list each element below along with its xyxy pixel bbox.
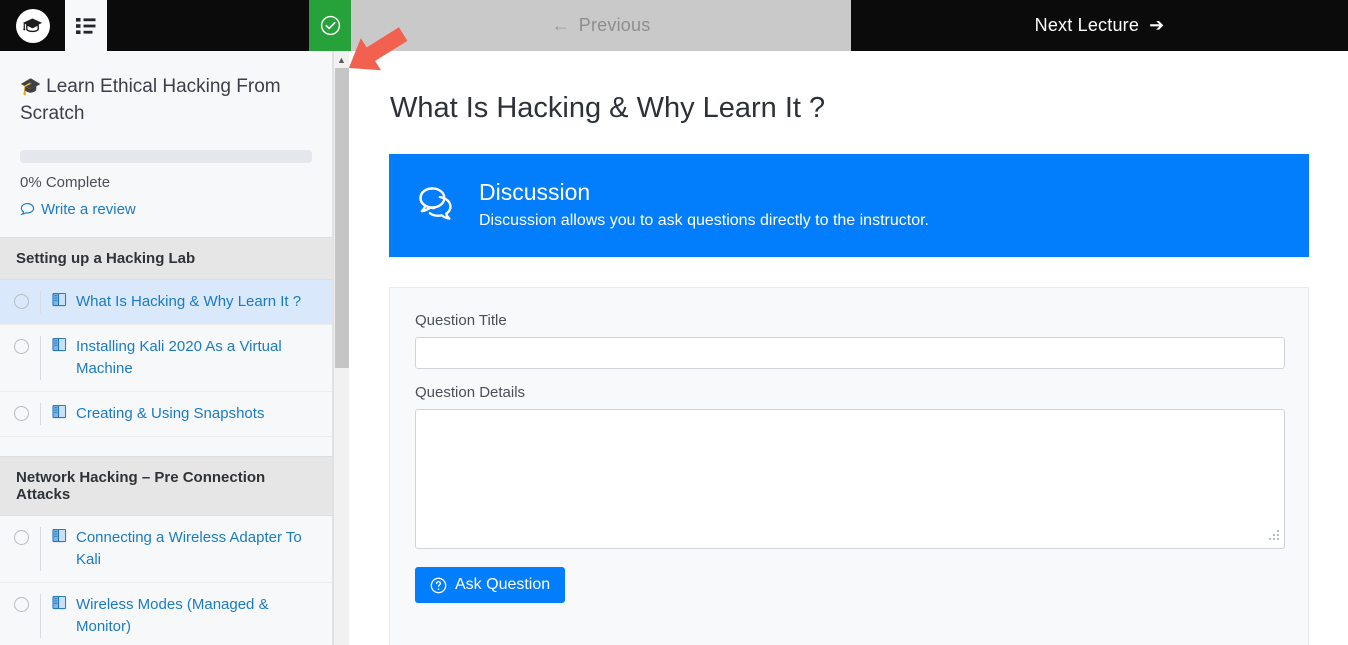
lesson-status-radio-icon [14, 294, 29, 309]
question-title-input[interactable] [415, 337, 1285, 369]
lesson-status-radio-icon [14, 339, 29, 354]
lesson-divider [40, 403, 41, 425]
sidebar-scrollbar[interactable]: ▲ [333, 51, 349, 645]
lesson-label: Installing Kali 2020 As a Virtual Machin… [76, 338, 282, 377]
sidebar-lesson-item[interactable]: Creating & Using Snapshots [0, 392, 332, 437]
write-a-review-link[interactable]: Write a review [20, 201, 312, 218]
ask-question-form: Question Title Question Details Ask Ques… [389, 287, 1309, 645]
lecture-content-area: What Is Hacking & Why Learn It ? Discuss… [350, 51, 1348, 645]
topbar-spacer [107, 0, 309, 51]
comment-bubble-icon [20, 202, 35, 217]
section-header-2: Network Hacking – Pre Connection Attacks [0, 456, 332, 516]
ask-question-button[interactable]: Ask Question [415, 567, 566, 603]
lesson-label: Connecting a Wireless Adapter To Kali [76, 529, 302, 568]
logo-circle [15, 8, 50, 43]
check-circle-icon [320, 15, 340, 36]
section-header-1: Setting up a Hacking Lab [0, 237, 332, 280]
course-player-page: ← Previous Next Lecture ➔ 🎓 Learn Ethical… [0, 0, 1348, 645]
course-progress-bar [20, 150, 312, 163]
lesson-label: Creating & Using Snapshots [76, 405, 265, 422]
course-list-icon [76, 17, 96, 34]
lesson-book-icon [52, 292, 67, 312]
discussion-title: Discussion [479, 179, 591, 205]
sidebar-lesson-item[interactable]: Wireless Modes (Managed & Monitor) [0, 583, 332, 645]
ask-question-label: Ask Question [455, 576, 551, 593]
previous-lecture-button[interactable]: ← Previous [351, 0, 851, 51]
scrollbar-thumb[interactable] [335, 68, 349, 368]
lesson-divider [40, 594, 41, 638]
question-details-textarea[interactable] [415, 409, 1285, 549]
graduation-cap-icon [22, 18, 43, 33]
arrow-right-icon: ➔ [1149, 15, 1165, 35]
top-navigation-bar: ← Previous Next Lecture ➔ [0, 0, 1348, 51]
arrow-left-icon: ← [551, 15, 570, 35]
question-title-label: Question Title [415, 312, 507, 329]
question-circle-icon [430, 577, 447, 594]
question-details-wrapper [415, 409, 1285, 549]
lesson-book-icon [52, 595, 67, 615]
lesson-label: Wireless Modes (Managed & Monitor) [76, 596, 269, 635]
lesson-status-radio-icon [14, 406, 29, 421]
scroll-up-arrow-icon[interactable]: ▲ [334, 51, 349, 68]
page-title: What Is Hacking & Why Learn It ? [390, 92, 826, 124]
next-lecture-button[interactable]: Next Lecture ➔ [851, 0, 1348, 51]
complete-lecture-button[interactable] [309, 0, 351, 51]
progress-label: 0% Complete [20, 174, 111, 191]
lesson-divider [40, 336, 41, 380]
sidebar-lesson-item[interactable]: Connecting a Wireless Adapter To Kali [0, 516, 332, 583]
sidebar-lesson-item[interactable]: Installing Kali 2020 As a Virtual Machin… [0, 325, 332, 392]
graduation-cap-glyph-icon: 🎓 [20, 77, 42, 96]
lesson-book-icon [52, 404, 67, 424]
lesson-book-icon [52, 528, 67, 548]
discussion-text-block: Discussion Discussion allows you to ask … [479, 178, 929, 233]
previous-lecture-label: Previous [578, 15, 651, 35]
lesson-book-icon [52, 337, 67, 357]
write-a-review-label: Write a review [41, 201, 136, 218]
lesson-divider [40, 527, 41, 571]
lesson-status-radio-icon [14, 597, 29, 612]
discussion-banner: Discussion Discussion allows you to ask … [389, 154, 1309, 257]
course-title-text: Learn Ethical Hacking From Scratch [20, 76, 281, 124]
course-sidebar: 🎓 Learn Ethical Hacking From Scratch 0% C… [0, 51, 333, 645]
discussion-bubbles-icon [415, 182, 459, 231]
course-header: 🎓 Learn Ethical Hacking From Scratch 0% C… [0, 51, 332, 218]
next-lecture-label: Next Lecture [1034, 15, 1140, 35]
sidebar-lesson-item[interactable]: What Is Hacking & Why Learn It ? [0, 280, 332, 325]
lesson-divider [40, 291, 41, 313]
lesson-status-radio-icon [14, 530, 29, 545]
lesson-label: What Is Hacking & Why Learn It ? [76, 293, 302, 310]
course-title: 🎓 Learn Ethical Hacking From Scratch [20, 73, 312, 127]
question-details-label: Question Details [415, 384, 526, 401]
discussion-subtitle: Discussion allows you to ask questions d… [479, 212, 929, 229]
site-logo[interactable] [0, 0, 65, 51]
course-list-toggle-button[interactable] [65, 0, 107, 51]
